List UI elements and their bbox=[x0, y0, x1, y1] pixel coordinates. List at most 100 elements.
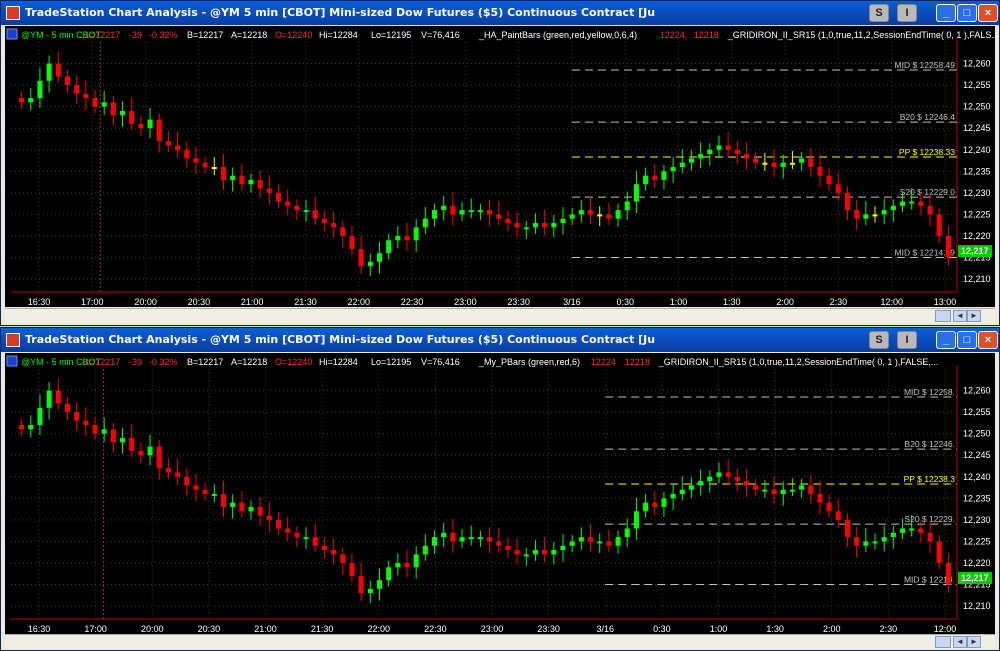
candle-body bbox=[817, 494, 823, 503]
price-tick-label: 12,260 bbox=[963, 386, 991, 396]
candle-body bbox=[679, 162, 685, 167]
candle-body bbox=[120, 110, 126, 116]
candle-body bbox=[909, 528, 915, 531]
candle-body bbox=[358, 575, 364, 594]
candle-body bbox=[588, 210, 594, 215]
level-label: B20 $ 12246.4 bbox=[900, 112, 956, 122]
status-13: _GRIDIRON_II_SR15 (1,0,true,11,2,Session… bbox=[727, 30, 995, 40]
candle-body bbox=[606, 214, 612, 219]
candle-body bbox=[643, 175, 649, 185]
candle-body bbox=[312, 210, 318, 219]
candle-body bbox=[532, 223, 538, 228]
price-chart[interactable]: @YM - 5 min CBOT L=12217 -39 -0.32% B=12217 A… bbox=[5, 26, 995, 307]
candle-body bbox=[808, 485, 814, 494]
candle-body bbox=[505, 218, 511, 224]
app-icon bbox=[6, 333, 20, 347]
candle-body bbox=[239, 502, 245, 512]
scroll-left-icon[interactable]: ◄ bbox=[953, 636, 967, 648]
status-3: -0.32% bbox=[149, 30, 178, 40]
time-tick-label: 21:00 bbox=[254, 624, 277, 634]
time-tick-label: 2:00 bbox=[823, 624, 841, 634]
candle-body bbox=[863, 541, 869, 546]
candle-body bbox=[872, 541, 878, 544]
horizontal-scrollbar[interactable]: ◄ ► bbox=[5, 634, 995, 649]
time-tick-label: 12:00 bbox=[880, 297, 903, 307]
candle-body bbox=[615, 537, 621, 546]
candle-body bbox=[716, 472, 722, 477]
scroll-thumb[interactable] bbox=[935, 636, 951, 648]
candle-body bbox=[441, 205, 447, 211]
time-tick-label: 20:30 bbox=[198, 624, 221, 634]
time-tick-label: 1:30 bbox=[723, 297, 741, 307]
time-tick-label: 1:00 bbox=[710, 624, 728, 634]
candle-body bbox=[404, 562, 410, 568]
scroll-left-icon[interactable]: ◄ bbox=[953, 310, 967, 322]
time-tick-label: 2:00 bbox=[776, 297, 794, 307]
candle-body bbox=[349, 235, 355, 249]
candle-body bbox=[523, 227, 529, 230]
candle-body bbox=[799, 158, 805, 163]
candle-body bbox=[303, 210, 309, 213]
candle-body bbox=[55, 390, 61, 404]
candle-body bbox=[688, 485, 694, 490]
candle-body bbox=[496, 214, 502, 219]
minimize-button[interactable]: _ bbox=[936, 331, 956, 349]
maximize-button[interactable]: □ bbox=[957, 4, 977, 22]
candle-body bbox=[762, 489, 768, 492]
time-tick-label: 2:30 bbox=[830, 297, 848, 307]
candle-body bbox=[477, 537, 483, 540]
candle-body bbox=[220, 167, 226, 180]
candle-body bbox=[789, 489, 795, 492]
s-button[interactable]: S bbox=[869, 331, 889, 349]
candle-body bbox=[285, 201, 291, 206]
status-2: -39 bbox=[129, 30, 142, 40]
candle-body bbox=[468, 210, 474, 213]
scroll-thumb[interactable] bbox=[935, 310, 951, 322]
candle-body bbox=[762, 162, 768, 165]
time-tick-label: 12:00 bbox=[934, 624, 957, 634]
close-button[interactable]: × bbox=[978, 331, 998, 349]
maximize-button[interactable]: □ bbox=[957, 331, 977, 349]
close-button[interactable]: × bbox=[978, 4, 998, 22]
price-tick-label: 12,255 bbox=[963, 80, 991, 90]
candle-body bbox=[909, 201, 915, 204]
candle-body bbox=[110, 429, 116, 443]
minimize-button[interactable]: _ bbox=[936, 4, 956, 22]
i-button[interactable]: I bbox=[897, 331, 917, 349]
candle-body bbox=[432, 210, 438, 219]
candle-body bbox=[900, 528, 906, 533]
status-2: -39 bbox=[129, 357, 142, 367]
status-11: 12224 bbox=[591, 357, 616, 367]
candle-body bbox=[753, 158, 759, 163]
scroll-right-icon[interactable]: ► bbox=[967, 636, 981, 648]
title-bar[interactable]: TradeStation Chart Analysis - @YM 5 min … bbox=[1, 328, 999, 352]
candle-body bbox=[688, 158, 694, 163]
scroll-right-icon[interactable]: ► bbox=[967, 310, 981, 322]
i-button[interactable]: I bbox=[897, 4, 917, 22]
candle-body bbox=[927, 205, 933, 215]
time-tick-label: 21:00 bbox=[241, 297, 264, 307]
candle-body bbox=[725, 472, 731, 477]
candle-body bbox=[780, 489, 786, 494]
title-bar[interactable]: TradeStation Chart Analysis - @YM 5 min … bbox=[1, 1, 999, 25]
candle-body bbox=[358, 248, 364, 267]
status-1: L=12217 bbox=[85, 30, 120, 40]
s-button[interactable]: S bbox=[869, 4, 889, 22]
candle-body bbox=[890, 532, 896, 538]
status-9: V=76,416 bbox=[421, 357, 460, 367]
candle-body bbox=[276, 192, 282, 202]
chart-icon bbox=[6, 28, 18, 40]
candle-body bbox=[202, 162, 208, 167]
time-tick-label: 21:30 bbox=[311, 624, 334, 634]
horizontal-scrollbar[interactable]: ◄ ► bbox=[5, 308, 995, 323]
candle-body bbox=[184, 476, 190, 486]
status-12: 12218 bbox=[625, 357, 650, 367]
candle-body bbox=[808, 158, 814, 167]
candle-body bbox=[707, 476, 713, 482]
candle-body bbox=[340, 227, 346, 236]
candle-body bbox=[83, 420, 89, 426]
price-chart[interactable]: @YM - 5 min CBOT L=12217 -39 -0.32% B=12217 A… bbox=[5, 353, 995, 634]
candle-body bbox=[64, 403, 70, 413]
candle-body bbox=[28, 98, 34, 103]
time-tick-label: 17:00 bbox=[84, 624, 107, 634]
